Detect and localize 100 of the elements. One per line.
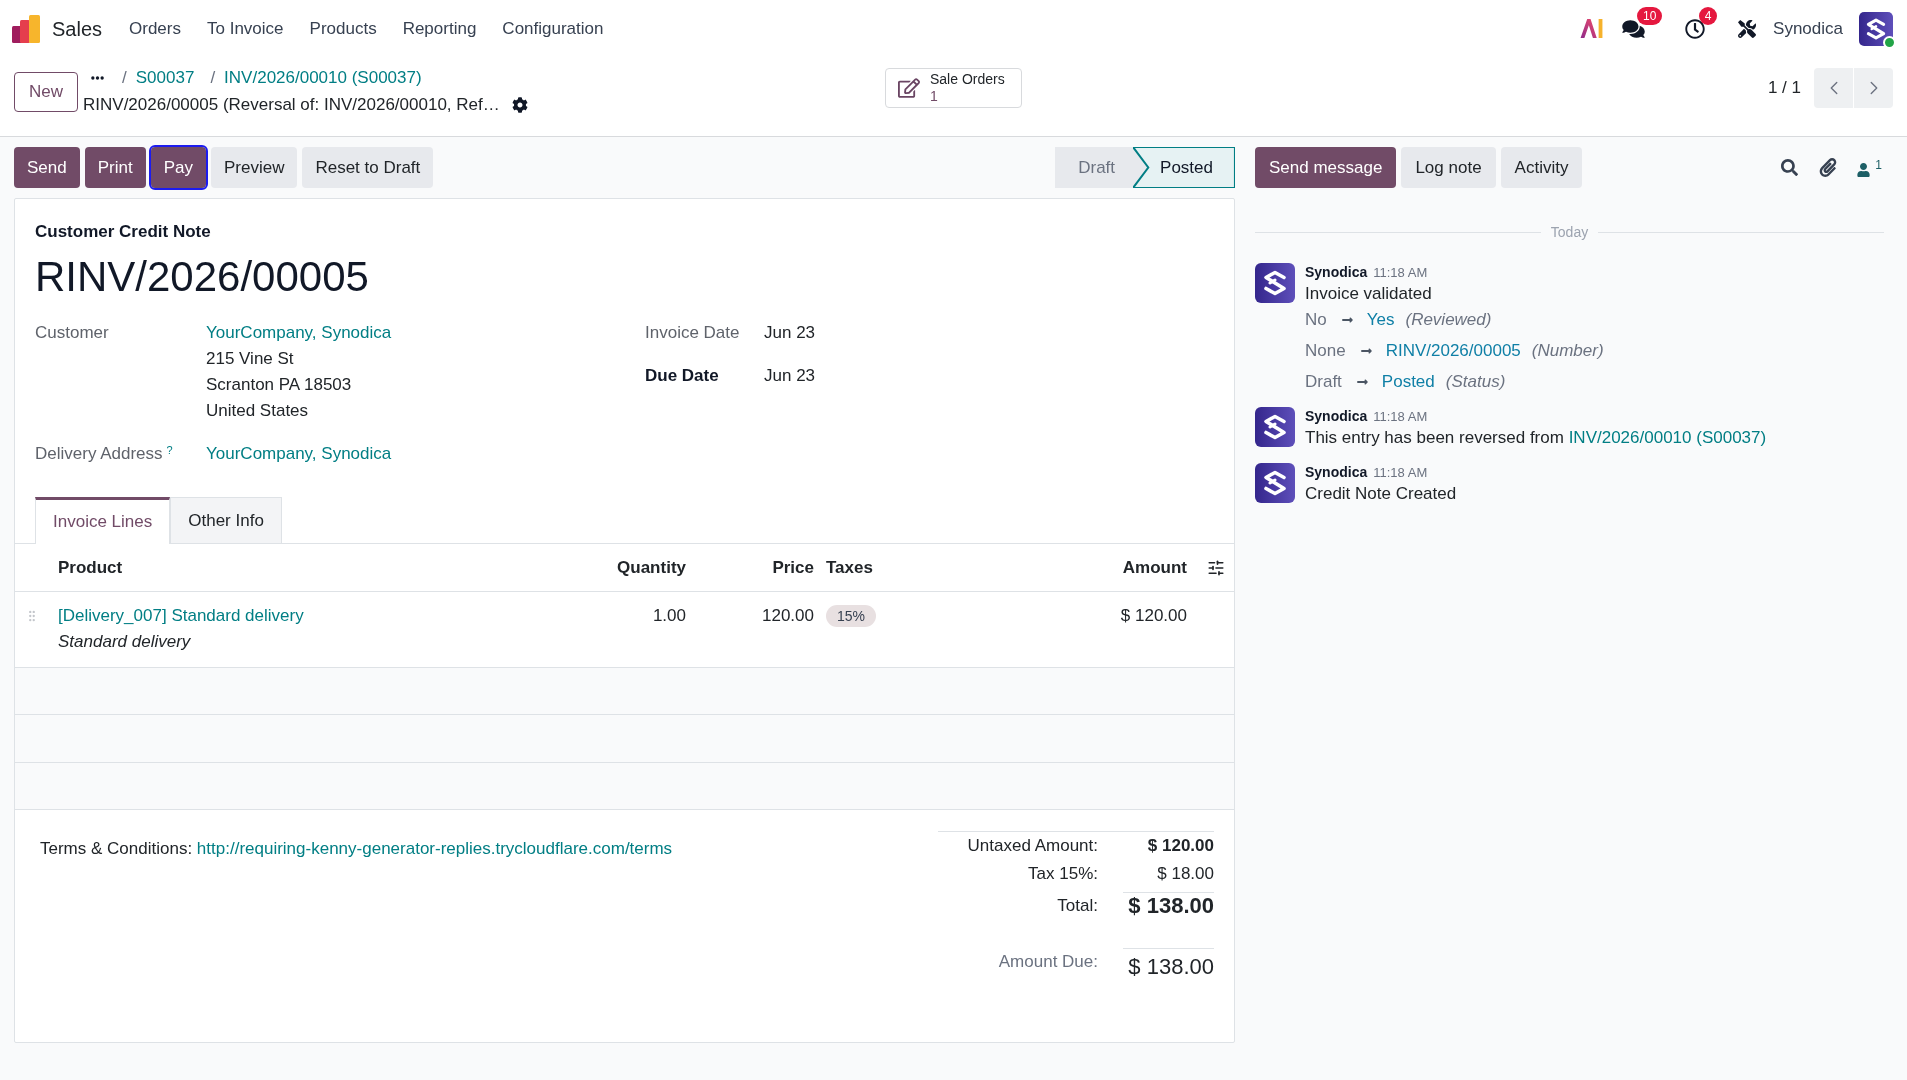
field-label: Invoice Date — [645, 322, 741, 344]
paperclip-icon[interactable] — [1819, 158, 1838, 177]
action-button[interactable]: Send — [14, 147, 80, 188]
search-icon[interactable] — [1781, 159, 1799, 176]
record-title: RINV/2026/00005 (Reversal of: INV/2026/00010, Ref… — [83, 93, 500, 116]
column-header[interactable]: Quantity — [617, 557, 686, 577]
logo-avatar-icon — [1859, 11, 1893, 46]
breadcrumb-link[interactable]: S00037 — [135, 64, 195, 91]
tab[interactable]: Other Info — [170, 497, 282, 544]
field-label: Delivery Address — [35, 444, 163, 463]
amount-due-label: Amount Due: — [998, 952, 1098, 971]
product-link[interactable]: [Delivery_007] Standard delivery — [58, 604, 304, 628]
partner-link[interactable]: YourCompany, Synodica — [206, 441, 392, 467]
sliders-icon[interactable] — [1206, 558, 1225, 577]
action-button[interactable]: Preview — [210, 147, 298, 188]
total-value: $ 138.00 — [1128, 893, 1214, 918]
column-header[interactable]: Amount — [1122, 557, 1187, 577]
help-mark[interactable]: ? — [166, 443, 173, 456]
document-number: RINV/2026/00005 — [35, 252, 370, 302]
settings-icon[interactable] — [511, 96, 528, 113]
address-line: United States — [206, 400, 309, 422]
table-cell: $ 120.00 — [1120, 606, 1187, 625]
logo-avatar-icon — [1255, 407, 1295, 447]
menu-item[interactable]: To Invoice — [194, 8, 297, 49]
field-value[interactable]: Jun 23 — [764, 363, 816, 389]
tab[interactable]: Invoice Lines — [35, 497, 171, 544]
product-description: Standard delivery — [58, 631, 191, 653]
user-icon — [1857, 162, 1871, 177]
clock-icon[interactable] — [1685, 18, 1706, 39]
message-text: Invoice validated — [1305, 283, 1432, 305]
message-author: Synodica — [1305, 263, 1368, 281]
total-value: $ 18.00 — [1157, 864, 1214, 883]
table-cell: 1.00 — [652, 606, 686, 625]
message-time: 11:18 AM — [1373, 464, 1428, 482]
breadcrumb-link[interactable]: INV/2026/00010 (S00037) — [224, 64, 422, 91]
terms-link[interactable]: http://requiring-kenny-generator-replies.trycloudflare.com/terms — [196, 839, 673, 858]
chatter-button[interactable]: Send message — [1255, 147, 1397, 188]
terms-text: Terms & Conditions: http://requiring-kenny-generator-replies.trycloudflare.com/terms — [40, 838, 673, 860]
total-label: Untaxed Amount: — [967, 836, 1098, 855]
ai-logo-icon[interactable] — [1580, 19, 1604, 38]
total-label: Tax 15%: — [1028, 864, 1098, 883]
total-value: $ 120.00 — [1147, 836, 1214, 855]
smart-button-count: 1 — [930, 88, 939, 105]
field-label: Customer — [35, 323, 109, 342]
record-link[interactable]: INV/2026/00010 (S00037) — [1568, 428, 1767, 447]
chatter-button[interactable]: Activity — [1500, 147, 1583, 188]
address-line: Scranton PA 18503 — [206, 374, 352, 396]
new-value: Yes — [1366, 309, 1395, 332]
status-step[interactable]: Posted — [1133, 147, 1235, 188]
tools-icon[interactable] — [1738, 19, 1757, 38]
message-time: 11:18 AM — [1373, 264, 1428, 282]
smart-button-label: Sale Orders — [930, 71, 1005, 88]
total-label: Total: — [1057, 896, 1098, 915]
followers-button[interactable]: 1 — [1857, 158, 1882, 177]
message-text: Credit Note Created — [1305, 483, 1457, 505]
message-author: Synodica — [1305, 407, 1368, 425]
action-button[interactable]: Print — [84, 147, 146, 188]
message-time: 11:18 AM — [1373, 408, 1428, 426]
document-type: Customer Credit Note — [35, 221, 212, 243]
field-value[interactable]: Jun 23 — [764, 320, 816, 346]
field-name: (Number) — [1531, 340, 1604, 363]
action-button[interactable]: Reset to Draft — [302, 147, 434, 188]
field-name: (Status) — [1445, 371, 1506, 394]
new-value: RINV/2026/00005 — [1385, 340, 1521, 363]
amount-due-value: $ 138.00 — [1128, 954, 1214, 979]
edit-icon — [898, 78, 920, 98]
pager-value: 1 / 1 — [1767, 77, 1801, 100]
old-value: Draft — [1305, 371, 1342, 394]
notification-badge: 10 — [1637, 6, 1663, 25]
ellipsis-icon — [91, 75, 104, 80]
chat-icon[interactable] — [1622, 18, 1646, 39]
partner-link[interactable]: YourCompany, Synodica — [206, 320, 392, 346]
tax-tag: 15% — [826, 605, 877, 627]
old-value: No — [1305, 309, 1327, 332]
date-separator: Today — [1550, 222, 1589, 242]
breadcrumb-separator: / — [210, 66, 216, 89]
message-text: This entry has been reversed from INV/2026/00010 (S00037) — [1305, 427, 1767, 449]
notification-badge: 4 — [1699, 6, 1718, 25]
field-name: (Reviewed) — [1405, 309, 1492, 332]
logo-avatar-icon — [1255, 263, 1295, 303]
address-line: 215 Vine St — [206, 348, 294, 370]
menu-item[interactable]: Configuration — [489, 8, 617, 49]
action-button[interactable]: Pay — [150, 147, 206, 188]
chatter-button[interactable]: Log note — [1401, 147, 1496, 188]
message-author: Synodica — [1305, 463, 1368, 481]
breadcrumb-separator: / — [122, 66, 127, 89]
column-header[interactable]: Taxes — [826, 557, 873, 577]
app-logo-icon — [12, 14, 40, 43]
old-value: None — [1305, 340, 1346, 363]
menu-item[interactable]: Orders — [116, 8, 194, 49]
field-label: Due Date — [645, 365, 720, 387]
user-name[interactable]: Synodica — [1773, 15, 1843, 42]
new-button[interactable]: New — [14, 72, 78, 112]
column-header[interactable]: Product — [58, 557, 123, 577]
menu-item[interactable]: Reporting — [389, 8, 490, 49]
smart-button[interactable]: Sale Orders 1 — [885, 68, 1022, 108]
column-header[interactable]: Price — [772, 557, 814, 577]
logo-avatar-icon — [1255, 463, 1295, 503]
new-value: Posted — [1381, 371, 1435, 394]
menu-item[interactable]: Products — [296, 8, 390, 49]
